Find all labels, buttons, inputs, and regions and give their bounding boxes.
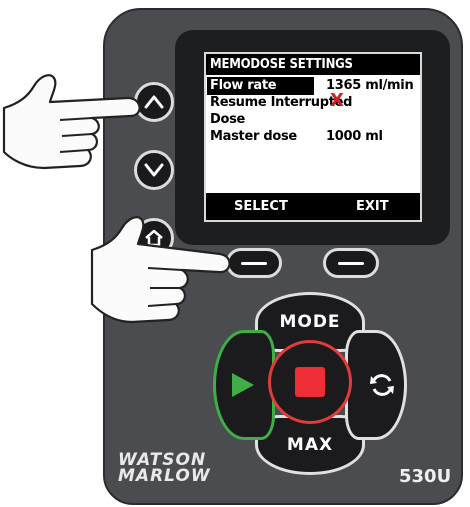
menu-item-label: Master dose [210, 129, 297, 144]
pointing-hand-lower [90, 216, 231, 324]
menu-item-flow-rate[interactable]: Flow rate 1365 ml/min [206, 77, 420, 95]
softkey-exit-button[interactable] [323, 248, 379, 278]
menu-item-master-dose[interactable]: Master dose 1000 ml [206, 128, 420, 146]
disabled-x-icon: X [330, 90, 344, 111]
menu-item-value: 1000 ml [326, 129, 383, 144]
brand-line-2: MARLOW [118, 466, 211, 486]
menu-item-label: Dose [210, 112, 246, 127]
softkey-bar: SELECT EXIT [206, 193, 420, 220]
menu-item-dose[interactable]: Dose [206, 111, 420, 129]
menu-item-label: Flow rate [207, 77, 315, 95]
screen-title: MEMODOSE SETTINGS [206, 54, 420, 75]
stop-icon [295, 367, 325, 397]
start-button[interactable] [213, 330, 275, 440]
rotate-icon [370, 374, 394, 396]
play-icon [232, 373, 254, 397]
lcd-display: MEMODOSE SETTINGS Flow rate 1365 ml/min … [204, 52, 422, 222]
brand-logo: WATSON MARLOW [118, 452, 211, 486]
settings-menu: Flow rate 1365 ml/min Resume Interrupted… [206, 75, 420, 193]
softkey-select-label: SELECT [234, 199, 288, 214]
direction-button[interactable] [345, 330, 407, 440]
menu-item-resume-interrupted[interactable]: Resume Interrupted X [206, 90, 420, 112]
model-number: 530U [399, 466, 452, 487]
stop-button[interactable] [268, 340, 352, 424]
softkey-exit-label: EXIT [356, 199, 389, 214]
pointing-hand-upper [2, 74, 141, 170]
